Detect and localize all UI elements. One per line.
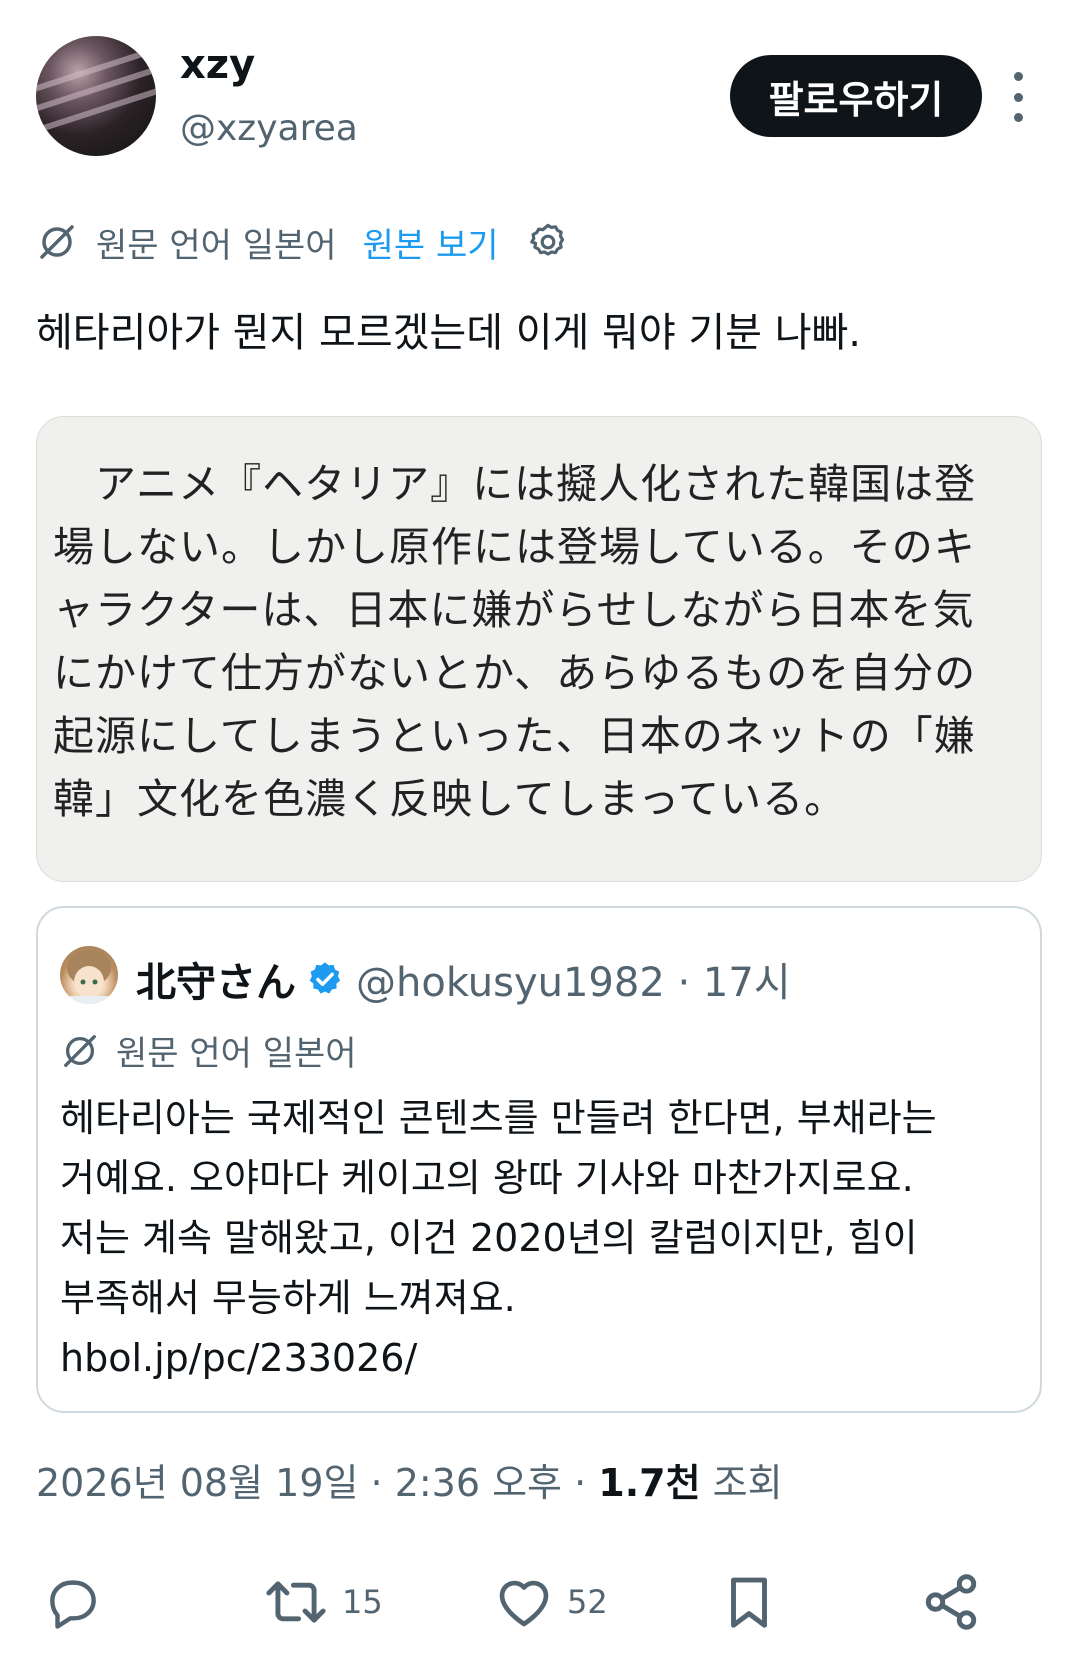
- quote-link[interactable]: hbol.jp/pc/233026/: [60, 1328, 937, 1388]
- tweet-datetime[interactable]: 2026년 08월 19일 · 2:36 오후 ·: [36, 1461, 598, 1505]
- quote-text-line: 헤타리아는 국제적인 콘텐츠를 만들려 한다면, 부채라는: [60, 1096, 937, 1140]
- image-text-line: 場しない。しかし原作には登場している。そのキ: [53, 523, 976, 571]
- tweet-text: 헤타리아가 뭔지 모르겠는데 이게 뭐야 기분 나빠.: [36, 310, 862, 356]
- verified-badge-icon: [306, 960, 344, 998]
- quoted-tweet[interactable]: 北守さん @hokusyu1982 · 17시 원문 언어 일본어 헤타리아는 …: [36, 906, 1042, 1413]
- image-text-line: にかけて仕方がないとか、あらゆるものを自分の: [53, 649, 977, 697]
- like-button[interactable]: 52: [493, 1562, 608, 1642]
- image-text-line: アニメ『ヘタリア』には擬人化された韓国は登: [53, 460, 977, 508]
- translate-icon: [60, 1031, 100, 1071]
- retweet-button[interactable]: 15: [262, 1562, 383, 1642]
- quote-author-name[interactable]: 北守さん: [136, 950, 296, 1008]
- retweet-count: 15: [342, 1583, 383, 1621]
- image-text-line: ャラクターは、日本に嫌がらせしながら日本を気: [53, 586, 975, 634]
- translate-icon: [36, 221, 78, 263]
- source-language-label: 원문 언어 일본어: [96, 225, 337, 266]
- reply-button[interactable]: [42, 1562, 104, 1642]
- views-label: 조회: [700, 1461, 783, 1505]
- quote-text: 헤타리아는 국제적인 콘텐츠를 만들려 한다면, 부채라는 거예요. 오야마다 …: [60, 1088, 937, 1388]
- like-count: 52: [567, 1583, 608, 1621]
- quote-source-language: 원문 언어 일본어: [116, 1034, 357, 1074]
- quote-translation-row: 원문 언어 일본어: [60, 1026, 357, 1075]
- retweet-icon: [262, 1571, 330, 1633]
- quote-text-line: 부족해서 무능하게 느껴져요.: [60, 1276, 516, 1320]
- translation-row: 원문 언어 일본어 원본 보기: [36, 214, 569, 270]
- share-button[interactable]: [920, 1562, 982, 1642]
- image-text-line: 韓」文化を色濃く反映してしまっている。: [53, 775, 847, 823]
- follow-button[interactable]: 팔로우하기: [730, 55, 982, 137]
- gear-icon[interactable]: [527, 221, 569, 263]
- quote-text-line: 거예요. 오야마다 케이고의 왕따 기사와 마찬가지로요.: [60, 1156, 914, 1200]
- more-options-icon[interactable]: [1006, 72, 1030, 122]
- tweet-meta: 2026년 08월 19일 · 2:36 오후 · 1.7천 조회: [36, 1452, 783, 1507]
- quote-text-line: 저는 계속 말해왔고, 이건 2020년의 칼럼이지만, 힘이: [60, 1216, 918, 1260]
- quote-handle-time: @hokusyu1982 · 17시: [356, 960, 791, 1006]
- attached-image[interactable]: アニメ『ヘタリア』には擬人化された韓国は登 場しない。しかし原作には登場している…: [36, 416, 1042, 882]
- bookmark-button[interactable]: [718, 1562, 780, 1642]
- quote-author-avatar[interactable]: [60, 946, 118, 1004]
- image-text-line: 起源にしてしまうといった、日本のネットの「嫌: [53, 712, 976, 760]
- reply-icon: [42, 1571, 104, 1633]
- share-icon: [920, 1571, 982, 1633]
- author-display-name[interactable]: xzy: [180, 42, 255, 88]
- quote-header: 北守さん @hokusyu1982 · 17시: [136, 950, 791, 1008]
- show-original-link[interactable]: 원본 보기: [363, 218, 499, 267]
- author-avatar[interactable]: [36, 36, 156, 156]
- action-bar: 15 52: [0, 1562, 1080, 1642]
- author-handle[interactable]: @xzyarea: [180, 108, 358, 149]
- image-text: アニメ『ヘタリア』には擬人化された韓国は登 場しない。しかし原作には登場している…: [53, 453, 1013, 831]
- heart-icon: [493, 1571, 555, 1633]
- views-count: 1.7천: [598, 1461, 701, 1505]
- bookmark-icon: [718, 1571, 780, 1633]
